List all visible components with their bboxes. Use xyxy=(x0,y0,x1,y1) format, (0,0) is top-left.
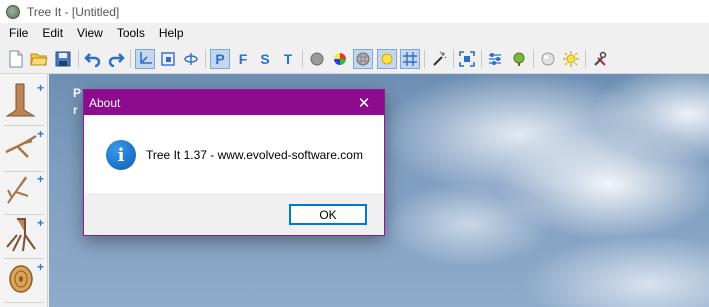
about-dialog: About ✕ i Tree It 1.37 - www.evolved-sof… xyxy=(83,89,385,236)
save-icon[interactable] xyxy=(53,49,73,69)
front-view-button[interactable]: F xyxy=(233,49,253,69)
menu-file[interactable]: File xyxy=(0,23,35,44)
branch-icon xyxy=(5,134,37,158)
rotate-icon[interactable] xyxy=(181,49,201,69)
sphere-white-icon[interactable] xyxy=(538,49,558,69)
title-bar: Tree It - [Untitled] xyxy=(0,0,709,23)
menu-view[interactable]: View xyxy=(70,23,110,44)
viewport-overlay-line2: r xyxy=(73,103,78,117)
sphere-texture-icon[interactable] xyxy=(353,49,373,69)
close-icon[interactable]: ✕ xyxy=(354,94,374,112)
grid-icon[interactable] xyxy=(400,49,420,69)
dialog-title: About xyxy=(89,95,121,110)
menu-help[interactable]: Help xyxy=(152,23,191,44)
top-view-label: T xyxy=(283,51,293,67)
info-icon: i xyxy=(106,140,136,170)
add-icon: + xyxy=(36,216,44,230)
add-icon: + xyxy=(36,81,44,95)
redo-icon[interactable] xyxy=(106,49,126,69)
trunk-icon xyxy=(5,83,36,117)
perspective-view-label: P xyxy=(215,51,225,67)
color-wheel-icon[interactable] xyxy=(330,49,350,69)
twig-tool-button[interactable]: + xyxy=(4,173,44,213)
ok-button[interactable]: OK xyxy=(289,204,367,225)
add-icon: + xyxy=(36,172,44,186)
app-icon xyxy=(6,4,20,19)
undo-icon[interactable] xyxy=(83,49,103,69)
dialog-title-bar[interactable]: About ✕ xyxy=(84,90,384,115)
log-icon xyxy=(9,265,33,293)
viewport-overlay-line1: P xyxy=(73,86,82,100)
top-view-button[interactable]: T xyxy=(278,49,298,69)
menu-tools[interactable]: Tools xyxy=(110,23,152,44)
side-view-label: S xyxy=(260,51,270,67)
tools-settings-icon[interactable] xyxy=(590,49,610,69)
axis-icon[interactable] xyxy=(135,49,155,69)
root-icon xyxy=(6,218,36,252)
branch-tool-button[interactable]: + xyxy=(4,128,44,168)
window-title: Tree It - [Untitled] xyxy=(27,4,120,19)
sun-icon[interactable] xyxy=(561,49,581,69)
log-tool-button[interactable]: + xyxy=(4,261,44,301)
twig-icon xyxy=(7,176,29,204)
sphere-gray-icon[interactable] xyxy=(307,49,327,69)
dialog-body: i Tree It 1.37 - www.evolved-software.co… xyxy=(84,115,384,193)
add-icon: + xyxy=(36,127,44,141)
menu-bar: File Edit View Tools Help xyxy=(0,23,709,44)
screenshot-icon[interactable] xyxy=(457,49,477,69)
open-folder-icon[interactable] xyxy=(29,49,49,69)
dialog-footer: OK xyxy=(84,193,384,235)
new-file-icon[interactable] xyxy=(6,49,26,69)
toolbar: P F S T xyxy=(0,44,709,74)
dialog-message: Tree It 1.37 - www.evolved-software.com xyxy=(146,148,363,162)
add-icon: + xyxy=(36,260,44,274)
front-view-label: F xyxy=(238,51,248,67)
menu-edit[interactable]: Edit xyxy=(35,23,70,44)
sun-light-icon[interactable] xyxy=(377,49,397,69)
perspective-view-button[interactable]: P xyxy=(210,49,230,69)
tool-panel: + + + + + xyxy=(0,74,48,307)
root-tool-button[interactable]: + xyxy=(4,217,44,257)
trunk-tool-button[interactable]: + xyxy=(4,82,44,122)
side-view-button[interactable]: S xyxy=(255,49,275,69)
frame-select-icon[interactable] xyxy=(158,49,178,69)
sliders-icon[interactable] xyxy=(485,49,505,69)
magic-wand-icon[interactable] xyxy=(429,49,449,69)
tree-leaf-icon[interactable] xyxy=(509,49,529,69)
